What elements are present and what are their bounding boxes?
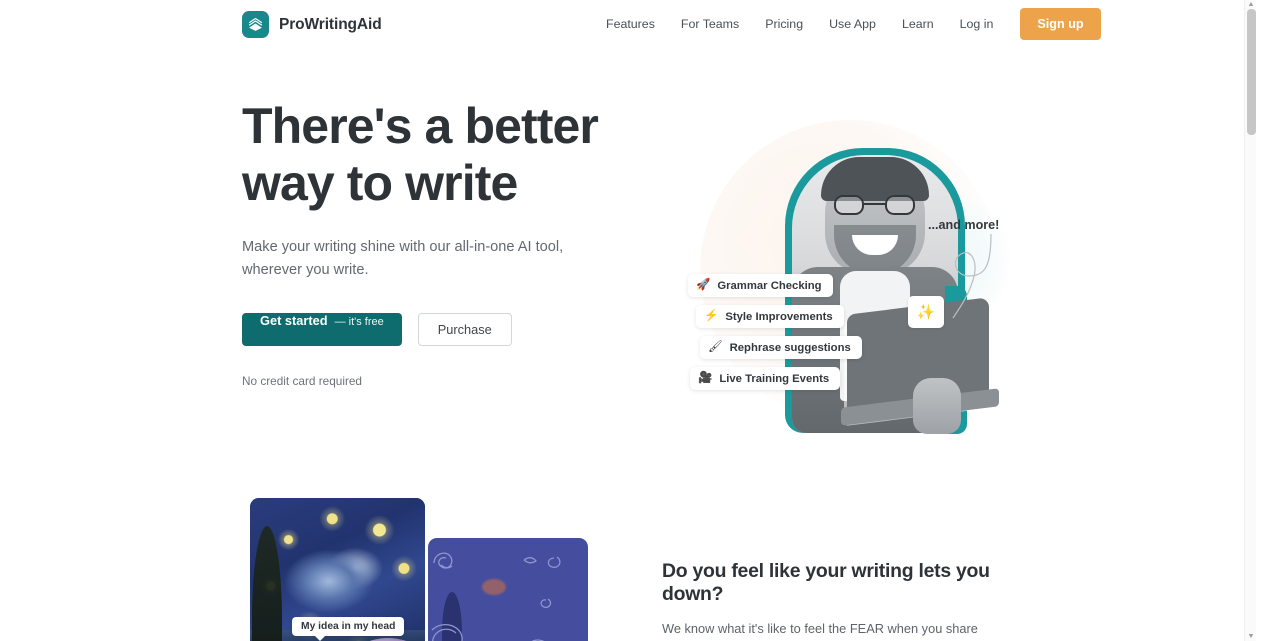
scrollbar-down-arrow-icon[interactable]: ▼ [1245, 632, 1256, 641]
doodle-card-image [428, 538, 588, 641]
get-started-label: Get started [260, 313, 328, 328]
section2-body: We know what it's like to feel the FEAR … [662, 621, 978, 636]
hero-title-line2: way to write [242, 155, 518, 211]
hero-title-line1: There's a better [242, 98, 599, 154]
glasses-lens-left [834, 195, 864, 215]
feature-pill-grammar-checking[interactable]: 🚀 Grammar Checking [688, 274, 833, 297]
feature-pill-list: 🚀 Grammar Checking ⚡ Style Improvements … [688, 274, 862, 390]
feature-pill-style-improvements[interactable]: ⚡ Style Improvements [696, 305, 844, 328]
no-credit-card-note: No credit card required [242, 374, 362, 388]
brand-name: ProWritingAid [279, 15, 382, 33]
image-caption-tooltip: My idea in my head [292, 617, 405, 641]
page-root: ProWritingAid Features For Teams Pricing… [0, 0, 1256, 641]
paintbrush-icon: 🖌 [708, 340, 723, 353]
scrollbar-up-arrow-icon[interactable]: ▲ [1245, 0, 1256, 9]
rocket-icon: 🚀 [696, 278, 711, 291]
section2-illustration: My idea in my head [242, 498, 642, 641]
sign-up-button[interactable]: Sign up [1020, 8, 1101, 40]
doodle-swirls-icon [431, 552, 561, 641]
squiggle-arrow-icon [952, 233, 992, 319]
nav-item-use-app[interactable]: Use App [816, 0, 889, 48]
vertical-scrollbar[interactable]: ▲ ▼ [1244, 0, 1256, 641]
nav-item-pricing[interactable]: Pricing [752, 0, 816, 48]
video-camera-icon: 🎥 [698, 371, 713, 384]
glasses-bridge [864, 203, 885, 206]
glasses-lens-right [885, 195, 915, 215]
hero-illustration: ✨ ...and more! 🚀 Grammar Checking ⚡ Styl… [655, 110, 1035, 440]
writing-lets-you-down-section: My idea in my head Do you feel like your… [0, 470, 1256, 641]
nav-item-for-teams[interactable]: For Teams [668, 0, 752, 48]
person-hand [913, 378, 961, 434]
feature-pill-label: Live Training Events [719, 372, 830, 385]
hero-title: There's a better way to write [242, 98, 642, 212]
book-pages-icon [242, 11, 269, 38]
hero-cta-group: Get started — it's free Purchase [242, 313, 642, 346]
hero-copy: There's a better way to write Make your … [242, 98, 642, 388]
feature-pill-label: Rephrase suggestions [729, 341, 851, 354]
and-more-annotation: ...and more! [928, 218, 1000, 232]
feature-pill-rephrase-suggestions[interactable]: 🖌 Rephrase suggestions [700, 336, 862, 359]
scrollbar-thumb[interactable] [1246, 9, 1256, 135]
site-header: ProWritingAid Features For Teams Pricing… [0, 0, 1256, 48]
get-started-button[interactable]: Get started — it's free [242, 313, 402, 346]
hero-subtitle: Make your writing shine with our all-in-… [242, 239, 564, 278]
section2-title: Do you feel like your writing lets you d… [662, 560, 990, 605]
nav-item-learn[interactable]: Learn [889, 0, 947, 48]
feature-pill-live-training-events[interactable]: 🎥 Live Training Events [690, 367, 841, 390]
lightning-bolt-icon: ⚡ [704, 309, 719, 322]
glasses-icon [830, 195, 920, 215]
nav-item-features[interactable]: Features [600, 0, 668, 48]
brand-logo-link[interactable]: ProWritingAid [242, 11, 382, 38]
main-navigation: Features For Teams Pricing Use App Learn… [600, 0, 1101, 48]
purchase-button[interactable]: Purchase [417, 313, 512, 346]
nav-item-log-in[interactable]: Log in [947, 0, 1007, 48]
feature-pill-label: Grammar Checking [717, 279, 822, 292]
feature-pill-label: Style Improvements [725, 310, 833, 323]
get-started-suffix: — it's free [334, 316, 384, 328]
section2-copy: Do you feel like your writing lets you d… [662, 560, 1022, 641]
